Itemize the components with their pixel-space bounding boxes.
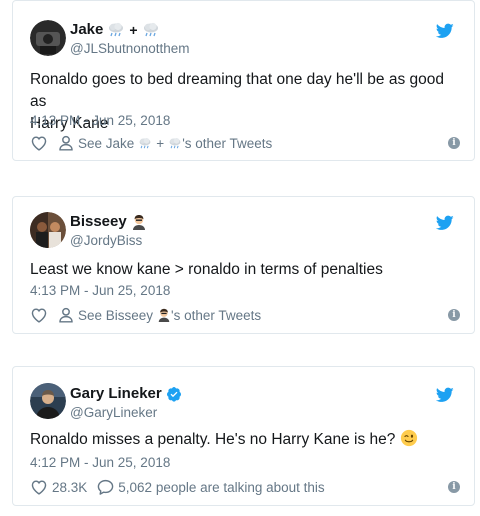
comment-icon <box>97 479 114 495</box>
display-name[interactable]: Gary Lineker <box>70 385 182 403</box>
person-emoji-icon <box>158 308 170 322</box>
like-button[interactable] <box>30 307 48 323</box>
see-other-tweets-link[interactable]: See Bisseey 's other Tweets <box>58 307 261 323</box>
display-name[interactable]: Jake + <box>70 21 190 39</box>
see-other-tweets-link[interactable]: See Jake + 's other Tweets <box>58 135 272 151</box>
twitter-bird-icon[interactable] <box>436 23 454 39</box>
author-block[interactable]: Bisseey @JordyBiss <box>70 213 147 249</box>
heart-icon <box>31 480 47 495</box>
tweet-text: Least we know kane > ronaldo in terms of… <box>30 261 383 278</box>
person-emoji-icon <box>132 215 145 230</box>
cloud-rain-emoji-icon <box>109 22 124 37</box>
info-icon[interactable]: i <box>448 309 460 321</box>
tweet-actions: See Bisseey 's other Tweets i <box>30 307 460 323</box>
info-icon[interactable]: i <box>448 481 460 493</box>
tweet-card-bisseey[interactable]: Bisseey @JordyBiss Least we know kane > … <box>12 196 475 334</box>
tweet-card-jake[interactable]: Jake + @JLSbutnonotthem Ronaldo goes to … <box>12 0 475 161</box>
tweet-card-gary-lineker[interactable]: Gary Lineker @GaryLineker Ronaldo misses… <box>12 366 475 506</box>
avatar[interactable] <box>30 20 66 56</box>
avatar[interactable] <box>30 383 66 419</box>
tweet-text: Ronaldo misses a penalty. He's no Harry … <box>30 429 450 451</box>
handle[interactable]: @JordyBiss <box>70 232 147 249</box>
cloud-rain-emoji-icon <box>143 22 158 37</box>
twitter-bird-icon[interactable] <box>436 387 454 403</box>
author-block[interactable]: Gary Lineker @GaryLineker <box>70 385 182 421</box>
like-count: 28.3K <box>52 479 88 495</box>
like-button[interactable] <box>30 135 48 151</box>
avatar[interactable] <box>30 212 66 248</box>
timestamp[interactable]: 4:12 PM - Jun 25, 2018 <box>30 455 170 470</box>
info-icon[interactable]: i <box>448 137 460 149</box>
tweet-actions: See Jake + 's other Tweets i <box>30 135 460 151</box>
display-name[interactable]: Bisseey <box>70 213 147 231</box>
timestamp[interactable]: 4:13 PM - Jun 25, 2018 <box>30 113 170 128</box>
talking-about-link[interactable]: 5,062 people are talking about this <box>97 479 325 495</box>
person-icon <box>59 307 73 323</box>
cloud-rain-emoji-icon <box>169 137 181 148</box>
twitter-bird-icon[interactable] <box>436 215 454 231</box>
plus-sign: + <box>129 22 138 38</box>
handle[interactable]: @JLSbutnonotthem <box>70 40 190 57</box>
verified-badge-icon <box>166 387 181 402</box>
person-icon <box>59 135 73 151</box>
tweet-actions: 28.3K 5,062 people are talking about thi… <box>30 479 460 495</box>
cloud-rain-emoji-icon <box>139 137 151 148</box>
handle[interactable]: @GaryLineker <box>70 404 182 421</box>
heart-icon <box>31 136 47 151</box>
timestamp[interactable]: 4:13 PM - Jun 25, 2018 <box>30 283 170 298</box>
heart-icon <box>31 308 47 323</box>
wink-emoji-icon <box>400 429 417 447</box>
like-button[interactable]: 28.3K <box>30 479 87 495</box>
author-block[interactable]: Jake + @JLSbutnonotthem <box>70 21 190 57</box>
